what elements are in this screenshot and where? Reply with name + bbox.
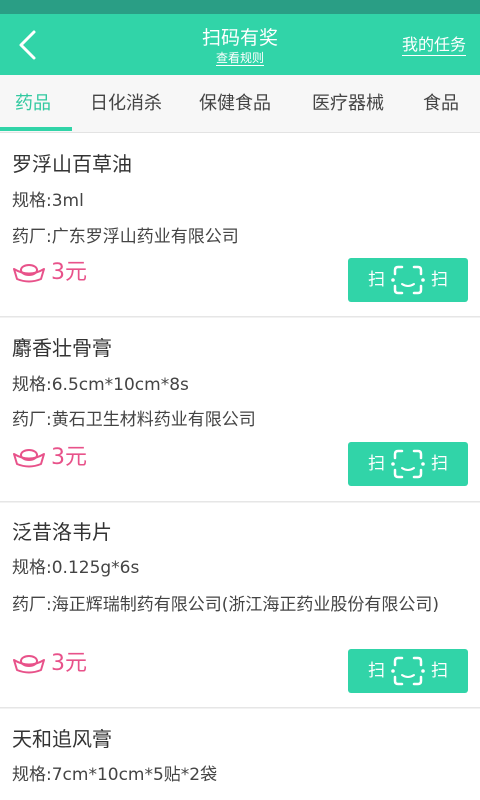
active-tab-indicator [0,127,72,131]
scan-icon [391,265,425,295]
ingot-icon [13,449,45,468]
tab-food[interactable]: 食品 [423,75,459,132]
tab-daily-chemicals[interactable]: 日化消杀 [90,75,162,132]
reward-amount: 3元 [51,445,87,470]
reward: 3元 [12,258,132,288]
scan-label-right: 扫 [431,270,448,290]
ingot-icon [13,655,45,674]
product-spec: 规格:3ml [12,191,84,211]
product-name: 罗浮山百草油 [12,152,132,176]
scan-button[interactable]: 扫 扫 [348,649,468,693]
reward: 3元 [12,649,132,679]
scan-button[interactable]: 扫 扫 [348,258,468,302]
tab-health-food[interactable]: 保健食品 [199,75,271,132]
scan-icon [391,656,425,686]
view-rules-label[interactable]: 查看规则 [215,51,264,66]
product-spec: 规格:6.5cm*10cm*8s [12,375,189,395]
scan-label-left: 扫 [368,270,385,290]
product-item: 罗浮山百草油 规格:3ml 药厂:广东罗浮山药业有限公司 3元 扫 扫 [0,133,480,317]
tab-medicine[interactable]: 药品 [15,75,51,132]
product-item: 麝香壮骨膏 规格:6.5cm*10cm*8s 药厂:黄石卫生材料药业有限公司 3… [0,318,480,502]
scan-button[interactable]: 扫 扫 [348,442,468,486]
header-bar: 扫码有奖 查看规则 我的任务 [0,14,480,75]
scan-label-right: 扫 [431,661,448,681]
product-item: 泛昔洛韦片 规格:0.125g*6s 药厂:海正辉瑞制药有限公司(浙江海正药业股… [0,503,480,708]
scan-label-left: 扫 [368,661,385,681]
reward-amount: 3元 [51,651,87,676]
tab-medical-devices[interactable]: 医疗器械 [312,75,384,132]
product-name: 泛昔洛韦片 [12,520,112,544]
product-name: 天和追风膏 [12,727,112,751]
product-spec: 规格:0.125g*6s [12,558,140,578]
category-tabs: 药品 日化消杀 保健食品 医疗器械 食品 [0,75,480,133]
product-name: 麝香壮骨膏 [12,336,112,360]
reward-amount: 3元 [51,260,87,285]
product-spec: 规格:7cm*10cm*5贴*2袋 [12,765,218,785]
product-maker: 药厂:广东罗浮山药业有限公司 [12,227,239,247]
ingot-icon [13,264,45,283]
product-maker: 药厂:海正辉瑞制药有限公司(浙江海正药业股份有限公司) [12,595,439,615]
scan-icon [391,449,425,479]
scan-label-left: 扫 [368,454,385,474]
product-maker: 药厂:黄石卫生材料药业有限公司 [12,410,256,430]
my-tasks-link[interactable]: 我的任务 [401,35,466,56]
reward: 3元 [12,443,132,473]
status-bar [0,0,480,14]
product-item: 天和追风膏 规格:7cm*10cm*5贴*2袋 [0,709,480,800]
scan-label-right: 扫 [431,454,448,474]
